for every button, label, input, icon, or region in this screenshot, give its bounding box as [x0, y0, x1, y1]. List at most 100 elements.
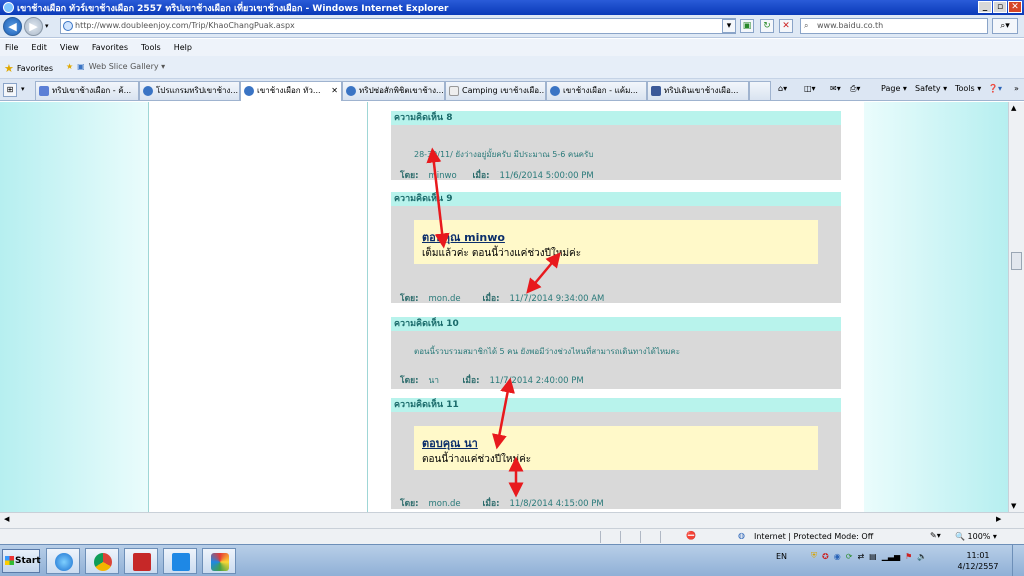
close-tab-icon[interactable]: ✕: [331, 82, 338, 100]
popup-blocked-icon[interactable]: ⛔: [686, 531, 696, 540]
safety-menu[interactable]: Safety ▾: [915, 84, 947, 93]
favorites-button[interactable]: ★ Favorites: [4, 62, 53, 75]
search-button[interactable]: ⌕▾: [992, 18, 1018, 34]
zoom-value: 100%: [967, 532, 991, 541]
people-app-icon: [172, 553, 190, 571]
annotation-arrows: [426, 147, 561, 498]
tab-2[interactable]: โปรแกรมทริปเขาช้าง...: [139, 81, 240, 100]
menu-file[interactable]: File: [5, 43, 18, 52]
annotation-arrow: [492, 377, 515, 450]
tools-menu[interactable]: Tools ▾: [955, 84, 981, 93]
address-dropdown-button[interactable]: ▾: [722, 19, 736, 33]
shield-icon[interactable]: ⛨: [811, 551, 817, 561]
status-divider: [620, 531, 621, 543]
stop-icon[interactable]: ✕: [779, 19, 793, 33]
help-icon[interactable]: ❓▾: [988, 84, 1002, 93]
tab-label: เขาช้างเผือก - แค้ม...: [563, 86, 638, 95]
menu-tools[interactable]: Tools: [141, 43, 161, 52]
mail-icon[interactable]: ✉▾: [830, 84, 841, 93]
signal-icon[interactable]: ▁▃▅: [882, 552, 900, 561]
print-icon[interactable]: ⎙▾: [850, 84, 860, 94]
feeds-icon[interactable]: ◫▾: [804, 84, 816, 93]
horizontal-scrollbar[interactable]: ◀ ▶: [0, 512, 1024, 528]
search-icon: ⌕: [804, 21, 809, 30]
menu-edit[interactable]: Edit: [31, 43, 47, 52]
tab-favicon: [143, 86, 153, 96]
add-favorite-icon: ★: [66, 62, 74, 71]
address-input[interactable]: http://www.doubleenjoy.com/Trip/KhaoChan…: [60, 18, 736, 34]
sync-icon[interactable]: ⇄: [857, 552, 864, 561]
scroll-thumb[interactable]: [1011, 252, 1022, 270]
taskbar-app-people[interactable]: [163, 548, 197, 574]
tab-favicon: [39, 86, 49, 96]
update-icon[interactable]: ⟳: [846, 552, 853, 561]
minimize-button[interactable]: _: [978, 1, 992, 13]
back-button[interactable]: ◀: [3, 17, 22, 36]
tab-list-dropdown[interactable]: ▾: [21, 85, 25, 93]
taskbar-paint[interactable]: [202, 548, 236, 574]
favorites-bar: ★ Favorites ★ ▣ Web Slice Gallery ▾: [0, 56, 1024, 79]
system-clock[interactable]: 11:01 4/12/2557: [950, 550, 1006, 572]
scroll-down-arrow[interactable]: ▼: [1011, 502, 1016, 510]
compatibility-view-icon[interactable]: ▣: [740, 19, 754, 33]
close-window-button[interactable]: ✕: [1008, 1, 1022, 13]
tab-3-active[interactable]: เขาช้างเผือก ทัว... ✕: [240, 81, 342, 101]
ie-logo-icon: [3, 2, 14, 13]
tab-5[interactable]: Camping เขาช้างเผือ...: [445, 81, 546, 100]
annotation-arrow: [526, 252, 561, 294]
pen-icon[interactable]: ✎▾: [930, 531, 941, 540]
tab-label: เขาช้างเผือก ทัว...: [257, 86, 321, 95]
home-icon[interactable]: ⌂▾: [778, 84, 787, 93]
page-icon: [63, 21, 73, 31]
tab-label: โปรแกรมทริปเขาช้าง...: [156, 86, 239, 95]
taskbar-app-red[interactable]: [124, 548, 158, 574]
tab-4[interactable]: ทริปซ่อสักพิชิตเขาช้าง...: [342, 81, 445, 100]
scroll-right-arrow[interactable]: ▶: [996, 515, 1001, 523]
start-button[interactable]: Start: [2, 549, 41, 573]
internet-explorer-icon: [55, 553, 73, 571]
page-menu[interactable]: Page ▾: [881, 84, 907, 93]
menu-view[interactable]: View: [60, 43, 79, 52]
web-slice-icon: ▣: [77, 62, 85, 71]
web-slice-label: Web Slice Gallery ▾: [88, 62, 166, 71]
network-icon[interactable]: ◉: [834, 552, 841, 561]
status-divider: [660, 531, 661, 543]
maximize-button[interactable]: ▫: [993, 1, 1007, 13]
system-tray: EN ⛨ ✪ ◉ ⟳ ⇄ ▤ ▁▃▅ ⚑ 🔈: [776, 551, 927, 561]
clock-time: 11:01: [966, 551, 990, 560]
zoom-level[interactable]: 🔍 100% ▾: [955, 532, 997, 541]
security-zone-text: Internet | Protected Mode: Off: [754, 532, 874, 541]
forward-button[interactable]: ▶: [24, 17, 43, 36]
device-icon[interactable]: ▤: [869, 552, 877, 561]
tab-7[interactable]: ทริปเดินเขาช้างเผือ...: [647, 81, 749, 100]
flag-icon[interactable]: ⚑: [905, 552, 912, 561]
new-tab-button[interactable]: [749, 81, 771, 100]
tab-favicon: [651, 86, 661, 96]
windows-taskbar: Start EN ⛨ ✪ ◉ ⟳ ⇄ ▤ ▁▃▅ ⚑ 🔈 11:01 4/12/…: [0, 544, 1024, 576]
language-indicator[interactable]: EN: [776, 552, 787, 561]
taskbar-chrome[interactable]: [85, 548, 119, 574]
show-desktop-button[interactable]: [1012, 545, 1024, 576]
address-bar-row: ◀ ▶ ▾ http://www.doubleenjoy.com/Trip/Kh…: [0, 15, 1024, 38]
antivirus-icon[interactable]: ✪: [822, 552, 829, 561]
vertical-scrollbar[interactable]: ▲ ▼: [1008, 102, 1024, 512]
refresh-icon[interactable]: ↻: [760, 19, 774, 33]
tab-favicon: [449, 86, 459, 96]
menu-favorites[interactable]: Favorites: [92, 43, 128, 52]
tab-6[interactable]: เขาช้างเผือก - แค้ม...: [546, 81, 647, 100]
tab-1[interactable]: ทริปเขาช้างเผือก - ค้...: [35, 81, 139, 100]
annotation-arrow: [426, 147, 450, 249]
windows-logo-icon: [5, 556, 14, 565]
web-slice-gallery-link[interactable]: ★ ▣ Web Slice Gallery ▾: [66, 62, 165, 71]
taskbar-internet-explorer[interactable]: [46, 548, 80, 574]
menu-bar: File Edit View Favorites Tools Help: [0, 39, 1024, 56]
scroll-left-arrow[interactable]: ◀: [4, 515, 9, 523]
recent-pages-dropdown[interactable]: ▾: [45, 22, 49, 30]
search-input[interactable]: ⌕ www.baidu.co.th: [800, 18, 988, 34]
quick-tabs-icon[interactable]: ⊞: [3, 83, 17, 97]
volume-icon[interactable]: 🔈: [917, 552, 927, 561]
star-icon: ★: [4, 62, 14, 75]
menu-help[interactable]: Help: [174, 43, 192, 52]
more-commands-icon[interactable]: »: [1014, 84, 1019, 93]
scroll-up-arrow[interactable]: ▲: [1011, 104, 1016, 112]
